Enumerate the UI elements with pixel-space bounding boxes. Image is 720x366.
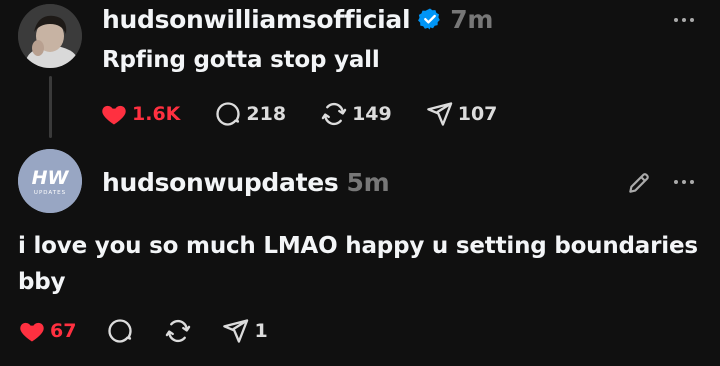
- like-count: 67: [50, 320, 77, 342]
- like-button[interactable]: 67: [18, 317, 76, 345]
- username[interactable]: hudsonwupdates: [102, 168, 339, 197]
- share-icon: [223, 319, 249, 343]
- heart-filled-icon: [20, 322, 44, 342]
- share-icon: [426, 102, 452, 126]
- post-header: hudsonwilliamsofficial 7m: [102, 1, 493, 37]
- thread-post: hudsonwilliamsofficial 7m Rpfing gotta s…: [0, 0, 720, 146]
- comment-button[interactable]: [106, 317, 134, 345]
- share-button[interactable]: 107: [426, 100, 498, 128]
- post-time: 7m: [450, 4, 494, 34]
- like-button[interactable]: 1.6K: [100, 100, 180, 128]
- username[interactable]: hudsonwilliamsofficial: [102, 5, 411, 34]
- avatar-logo-sub: UPDATES: [34, 190, 66, 196]
- comment-icon: [216, 102, 241, 126]
- comment-icon: [108, 319, 133, 343]
- post-header: hudsonwupdates 5m: [102, 164, 390, 200]
- repost-icon: [321, 102, 347, 126]
- repost-button[interactable]: 149: [320, 100, 392, 128]
- share-button[interactable]: 1: [222, 317, 268, 345]
- heart-filled-icon: [102, 105, 126, 125]
- avatar[interactable]: [18, 4, 82, 68]
- verified-badge-icon: [418, 7, 442, 31]
- like-count: 1.6K: [132, 103, 181, 125]
- more-icon[interactable]: [672, 170, 696, 194]
- repost-button[interactable]: [164, 317, 192, 345]
- avatar-logo: HW: [32, 167, 70, 189]
- edit-button[interactable]: [626, 170, 652, 196]
- avatar[interactable]: HW UPDATES: [18, 149, 82, 213]
- post-actions: 1.6K 218 149 107: [100, 99, 531, 129]
- repost-count: 149: [352, 103, 392, 125]
- comment-button[interactable]: 218: [214, 100, 286, 128]
- post-text: i love you so much LMAO happy u setting …: [18, 233, 698, 295]
- post-actions: 67 1: [18, 316, 298, 346]
- share-count: 107: [457, 103, 498, 125]
- thread-line: [49, 76, 52, 138]
- post-time: 5m: [346, 167, 390, 197]
- comment-count: 218: [246, 103, 287, 125]
- post-text: Rpfing gotta stop yall: [102, 47, 380, 73]
- edit-icon: [629, 173, 649, 193]
- more-icon[interactable]: [672, 8, 696, 32]
- repost-icon: [166, 319, 191, 343]
- share-count: 1: [254, 320, 268, 342]
